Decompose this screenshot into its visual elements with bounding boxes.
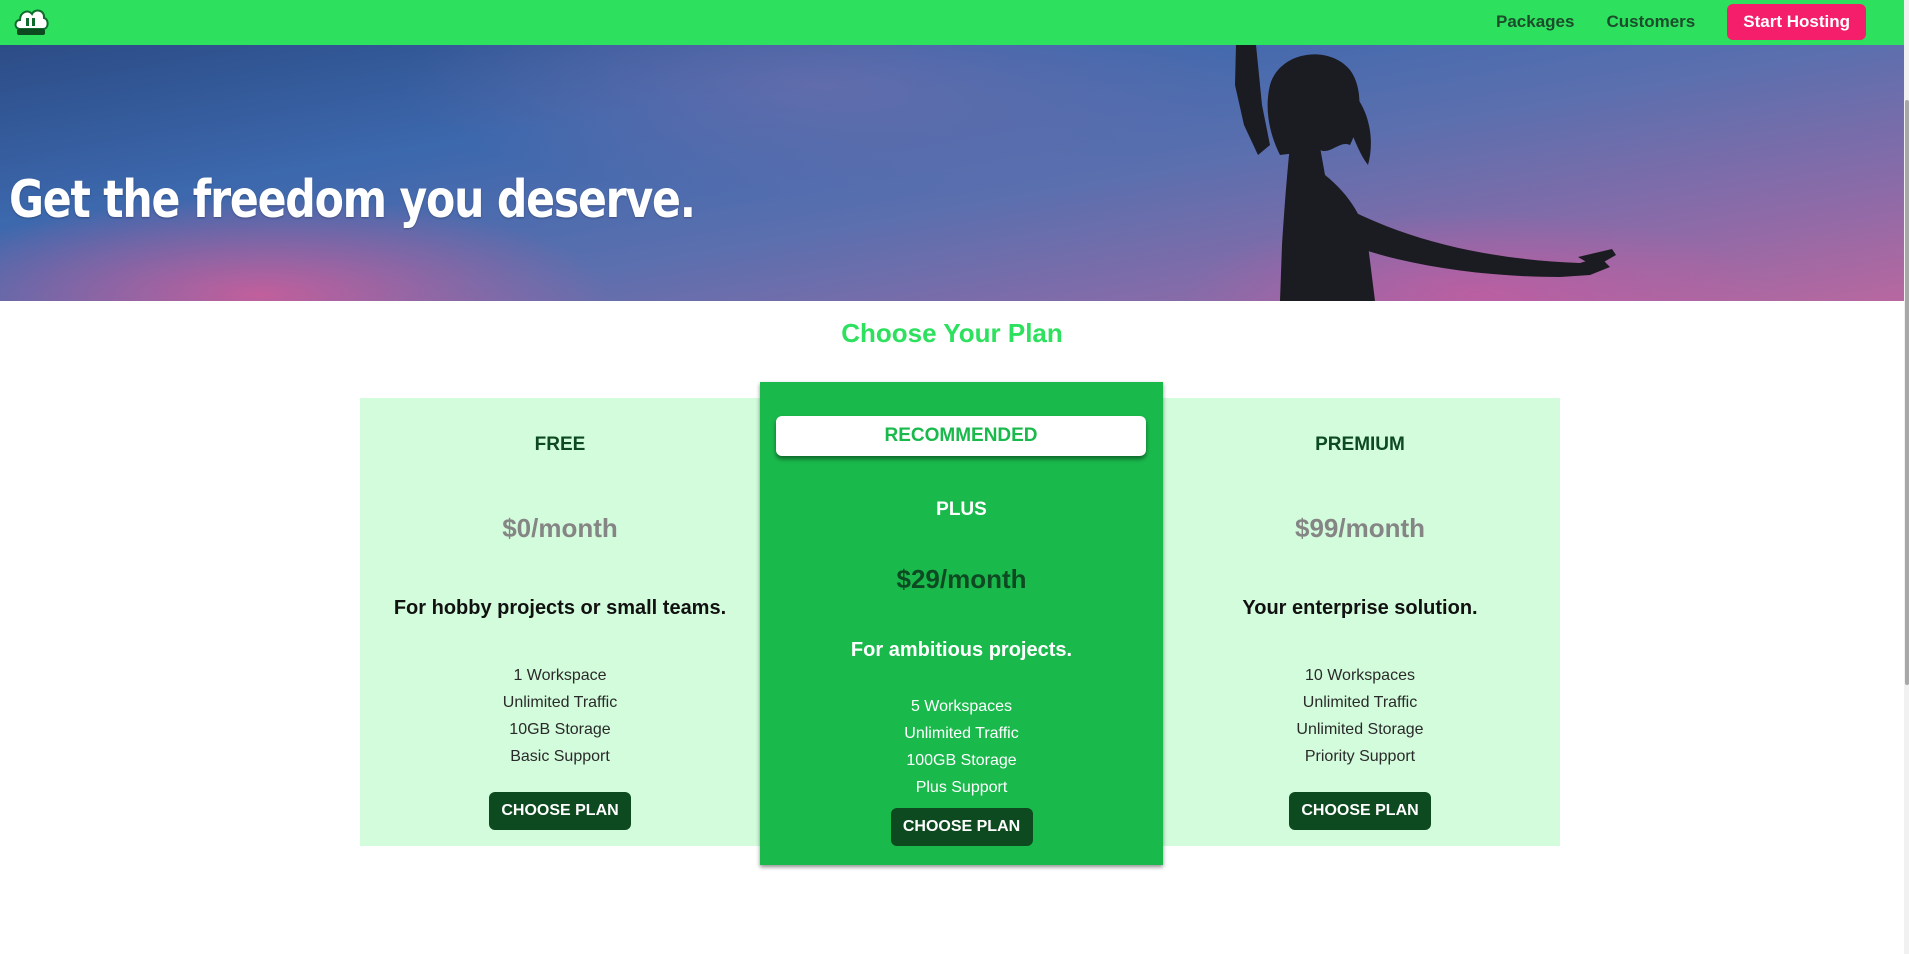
plan-name: FREE [534,434,586,455]
plan-feature: 1 Workspace [513,667,607,684]
plan-price: $29/month [896,564,1027,594]
plan-description: For hobby projects or small teams. [393,597,727,619]
recommended-badge: RECOMMENDED [776,416,1146,456]
plan-features: 5 Workspaces Unlimited Traffic 100GB Sto… [760,693,1163,801]
page: Packages Customers Start Hosting Get the… [0,0,1909,954]
plan-feature: Unlimited Traffic [1302,694,1418,711]
plan-feature: 10GB Storage [509,721,611,738]
plan-feature: 100GB Storage [906,752,1017,769]
plan-feature: Plus Support [915,779,1008,796]
start-hosting-button[interactable]: Start Hosting [1727,4,1866,40]
choose-plan-premium-button[interactable]: CHOOSE PLAN [1289,792,1431,830]
main-nav: Packages Customers Start Hosting [1496,4,1866,40]
choose-plan-plus-button[interactable]: CHOOSE PLAN [890,808,1033,846]
plan-feature: Priority Support [1304,748,1416,765]
plan-price: $0/month [502,513,618,543]
hero-title: Get the freedom you deserve. [9,170,696,230]
plan-feature: 5 Workspaces [910,698,1013,715]
plan-name: PLUS [936,499,987,520]
plan-name: PREMIUM [1315,434,1405,455]
plan-feature: Basic Support [510,748,610,765]
plan-description: Your enterprise solution. [1242,597,1478,619]
plan-card-plus: RECOMMENDED PLUS $29/month For ambitious… [760,382,1163,865]
plan-price: $99/month [1294,513,1426,543]
plan-feature: 10 Workspaces [1305,667,1415,684]
cloud-logo-icon[interactable] [13,3,49,39]
nav-link-packages[interactable]: Packages [1496,12,1574,32]
pricing-title: Choose Your Plan [841,318,1063,348]
scrollbar-thumb[interactable] [1905,100,1909,685]
hero-banner: Get the freedom you deserve. [0,45,1904,301]
plan-description: For ambitious projects. [850,639,1073,661]
woman-silhouette-image [1235,45,1616,301]
plan-card-free: FREE $0/month For hobby projects or smal… [360,398,760,846]
plan-feature: Unlimited Traffic [502,694,618,711]
plan-features: 1 Workspace Unlimited Traffic 10GB Stora… [360,662,760,770]
plan-feature: Unlimited Storage [1296,721,1424,738]
plan-features: 10 Workspaces Unlimited Traffic Unlimite… [1160,662,1560,770]
plan-feature: Unlimited Traffic [904,725,1019,742]
plan-card-premium: PREMIUM $99/month Your enterprise soluti… [1160,398,1560,846]
nav-link-customers[interactable]: Customers [1606,12,1695,32]
site-header: Packages Customers Start Hosting [0,0,1904,45]
page-scrollbar[interactable] [1904,0,1909,954]
choose-plan-free-button[interactable]: CHOOSE PLAN [489,792,631,830]
